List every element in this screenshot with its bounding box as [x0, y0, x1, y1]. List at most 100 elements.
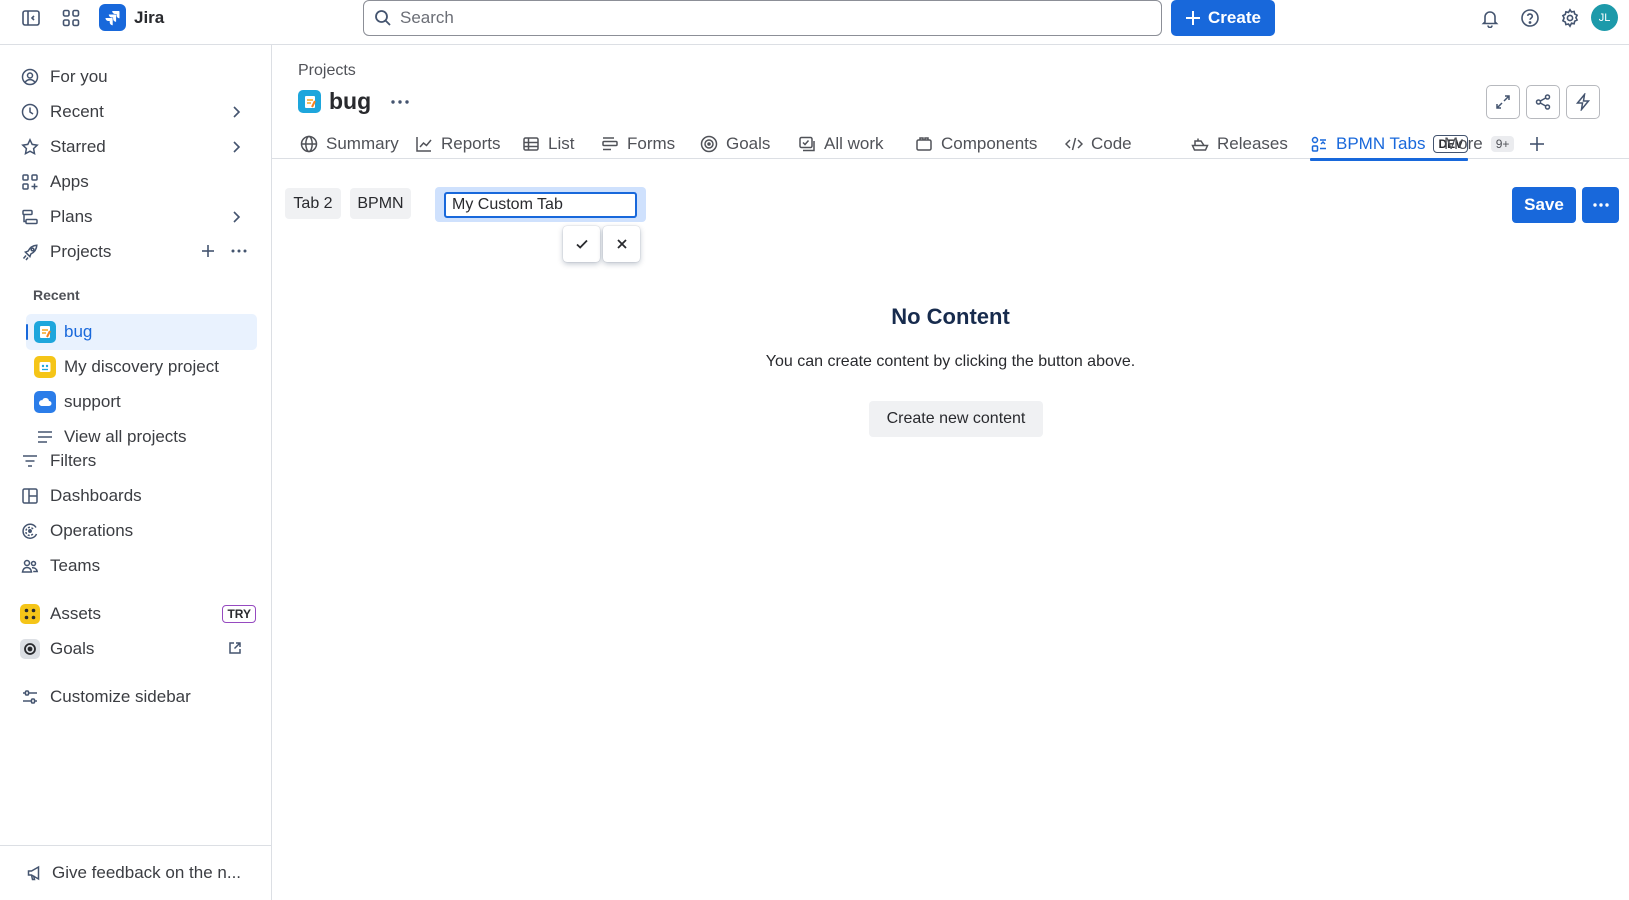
page-title-row: bug — [298, 88, 411, 115]
tab-reports[interactable]: Reports — [415, 128, 501, 159]
sidebar-item-starred[interactable]: Starred — [18, 130, 258, 164]
bpmn-icon — [1310, 135, 1328, 153]
main-content: Projects bug Summary Reports List Forms — [272, 45, 1629, 900]
sidebar-item-label: Starred — [50, 137, 106, 156]
rocket-icon — [20, 242, 40, 262]
sidebar-item-customize[interactable]: Customize sidebar — [18, 680, 258, 714]
project-item-support[interactable]: support — [26, 384, 257, 420]
more-actions-icon[interactable] — [389, 94, 411, 110]
jira-logo-icon — [99, 4, 126, 31]
jira-logo[interactable]: Jira — [99, 4, 164, 31]
sidebar-item-teams[interactable]: Teams — [18, 549, 258, 583]
customize-sliders-icon — [20, 687, 40, 707]
target-icon — [700, 135, 718, 153]
megaphone-icon — [26, 864, 44, 882]
subtab-bpmn[interactable]: BPMN — [350, 188, 411, 219]
sidebar-item-label: Operations — [50, 521, 134, 540]
app-switcher-icon[interactable] — [58, 5, 84, 31]
subtab-tab-2[interactable]: Tab 2 — [285, 188, 341, 219]
tab-components[interactable]: Components — [915, 128, 1037, 159]
sidebar-item-apps[interactable]: Apps — [18, 165, 258, 199]
sidebar-item-operations[interactable]: Operations — [18, 514, 258, 548]
sidebar-item-label: Plans — [50, 207, 93, 226]
sidebar-item-label: Recent — [50, 102, 104, 121]
apps-icon — [20, 172, 40, 192]
share-icon[interactable] — [1526, 85, 1560, 119]
page-title: bug — [329, 88, 372, 114]
tab-name-input[interactable] — [444, 192, 637, 218]
project-item-bug[interactable]: bug — [26, 314, 257, 350]
tab-label: Reports — [441, 133, 501, 153]
tab-summary[interactable]: Summary — [300, 128, 399, 159]
sidebar-item-label: Assets — [50, 604, 102, 623]
save-button[interactable]: Save — [1512, 187, 1576, 223]
chevron-right-icon[interactable] — [228, 209, 244, 225]
chevron-right-icon[interactable] — [228, 139, 244, 155]
fullscreen-expand-icon[interactable] — [1486, 85, 1520, 119]
create-button-label: Create — [1208, 8, 1261, 27]
project-tabs: Summary Reports List Forms Goals All wor… — [272, 128, 1629, 161]
plus-icon — [1185, 10, 1201, 26]
cancel-close-icon[interactable] — [603, 226, 640, 262]
help-icon[interactable] — [1517, 5, 1543, 31]
sidebar-item-label: Dashboards — [50, 486, 142, 505]
user-avatar[interactable]: JL — [1591, 4, 1618, 31]
sidebar-item-label: Apps — [50, 172, 89, 191]
create-new-content-button[interactable]: Create new content — [869, 401, 1043, 437]
project-item-my-discovery-project[interactable]: My discovery project — [26, 349, 257, 385]
search-input[interactable] — [400, 8, 1100, 28]
chart-line-icon — [415, 135, 433, 153]
empty-state-description: You can create content by clicking the b… — [765, 353, 1136, 370]
settings-gear-icon[interactable] — [1557, 5, 1583, 31]
assets-icon — [20, 604, 40, 624]
sidebar-item-for-you[interactable]: For you — [18, 60, 258, 94]
tab-forms[interactable]: Forms — [601, 128, 675, 159]
more-options-icon[interactable] — [1582, 187, 1619, 223]
list-table-icon — [522, 135, 540, 153]
notepad-project-icon — [298, 90, 321, 113]
tab-more[interactable]: More 9+ — [1444, 128, 1515, 159]
add-project-plus-icon[interactable] — [200, 243, 216, 259]
notifications-bell-icon[interactable] — [1477, 5, 1503, 31]
confirm-check-icon[interactable] — [563, 226, 600, 262]
automation-lightning-icon[interactable] — [1566, 85, 1600, 119]
empty-state-title: No Content — [891, 304, 1010, 329]
sidebar-item-label: Customize sidebar — [50, 687, 191, 706]
all-work-icon — [798, 135, 816, 153]
notepad-project-icon — [34, 321, 56, 343]
tab-label: Goals — [726, 133, 771, 153]
code-icon — [1065, 135, 1083, 153]
teams-icon — [20, 556, 40, 576]
sidebar-item-label: Goals — [50, 639, 95, 658]
tab-code[interactable]: Code — [1065, 128, 1132, 159]
create-button[interactable]: Create — [1171, 0, 1275, 36]
globe-icon — [300, 135, 318, 153]
operations-icon — [20, 521, 40, 541]
sidebar-item-projects[interactable]: Projects — [18, 235, 258, 269]
sidebar-item-plans[interactable]: Plans — [18, 200, 258, 234]
sidebar-item-label: Filters — [50, 451, 97, 470]
sidebar-item-recent[interactable]: Recent — [18, 95, 258, 129]
tab-rename-editor — [435, 187, 646, 222]
external-link-icon[interactable] — [228, 641, 242, 655]
search-box[interactable] — [363, 0, 1162, 36]
tab-list[interactable]: List — [522, 128, 574, 159]
projects-more-icon[interactable] — [230, 243, 248, 259]
tab-label: All work — [824, 133, 884, 153]
feedback-label: Give feedback on the n... — [52, 863, 242, 882]
sidebar-item-label: Teams — [50, 556, 101, 575]
sidebar-item-assets[interactable]: Assets TRY — [18, 597, 258, 631]
add-tab-plus-icon[interactable] — [1528, 128, 1546, 159]
tab-all-work[interactable]: All work — [798, 128, 884, 159]
tab-label: BPMN Tabs — [1336, 133, 1426, 153]
tab-goals[interactable]: Goals — [700, 128, 770, 159]
sidebar-item-filters[interactable]: Filters — [18, 444, 258, 478]
sidebar-item-goals[interactable]: Goals — [18, 632, 258, 666]
ship-icon — [1191, 135, 1209, 153]
chevron-right-icon[interactable] — [228, 104, 244, 120]
give-feedback-button[interactable]: Give feedback on the n... — [0, 845, 271, 900]
sidebar-item-dashboards[interactable]: Dashboards — [18, 479, 258, 513]
sidebar-toggle-icon[interactable] — [18, 5, 44, 31]
tab-releases[interactable]: Releases — [1191, 128, 1288, 159]
breadcrumb[interactable]: Projects — [298, 62, 356, 80]
